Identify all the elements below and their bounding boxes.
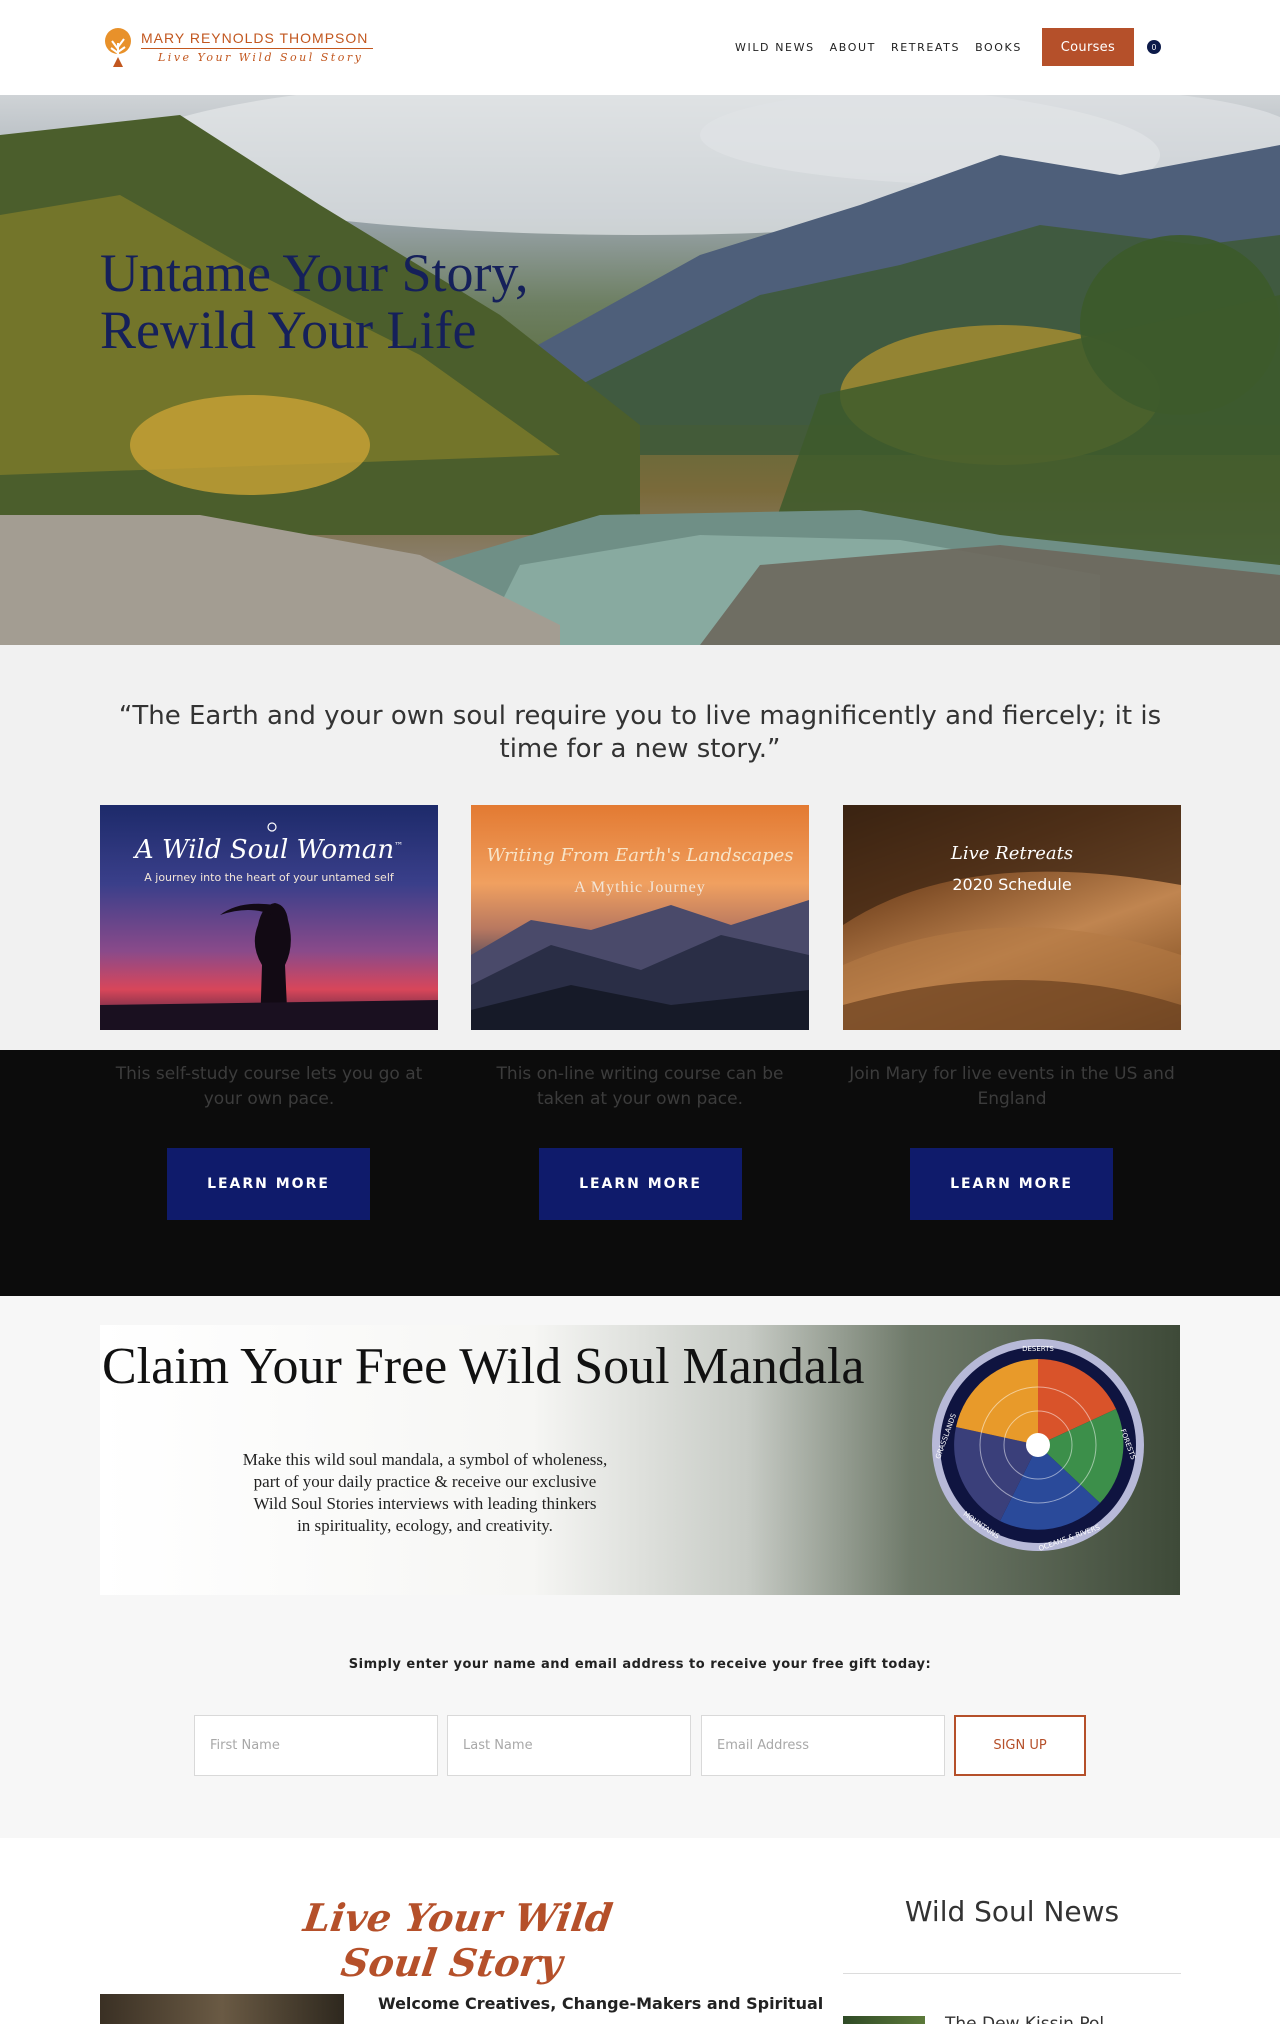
card-subtitle: A Mythic Journey bbox=[574, 879, 706, 896]
course-card-wild-soul-woman[interactable]: A Wild Soul Woman™ A journey into the he… bbox=[100, 805, 438, 1030]
sign-up-button[interactable]: SIGN UP bbox=[954, 1715, 1086, 1776]
card-title: A Wild Soul Woman™ bbox=[134, 835, 404, 865]
first-name-input[interactable]: First Name bbox=[194, 1715, 438, 1776]
learn-more-button-writing[interactable]: LEARN MORE bbox=[539, 1148, 742, 1220]
logo-divider bbox=[141, 48, 373, 49]
post-title-link[interactable]: Welcome Creatives, Change-Makers and Spi… bbox=[378, 1994, 823, 2013]
mandala-description: Make this wild soul mandala, a symbol of… bbox=[242, 1450, 608, 1535]
learn-more-button-retreats[interactable]: LEARN MORE bbox=[910, 1148, 1113, 1220]
news-divider bbox=[843, 1973, 1181, 1974]
learn-more-button-wild-soul-woman[interactable]: LEARN MORE bbox=[167, 1148, 370, 1220]
nav-about[interactable]: ABOUT bbox=[830, 41, 876, 54]
nav-books[interactable]: BOOKS bbox=[975, 41, 1022, 54]
mountain-sunset-image bbox=[471, 900, 809, 1030]
hero-title-line-2: Rewild Your Life bbox=[100, 300, 477, 360]
nav-retreats[interactable]: RETREATS bbox=[891, 41, 960, 54]
featured-quote: “The Earth and your own soul require you… bbox=[118, 701, 1162, 764]
card-subtitle: A journey into the heart of your untamed… bbox=[144, 871, 394, 884]
svg-text:DESERTS: DESERTS bbox=[1022, 1345, 1054, 1353]
hero-banner: Untame Your Story, Rewild Your Life bbox=[0, 95, 1280, 645]
site-logo[interactable]: MARY REYNOLDS THOMPSON Live Your Wild So… bbox=[103, 26, 373, 70]
cart-count-badge[interactable]: 0 bbox=[1146, 40, 1161, 54]
card-description: Join Mary for live events in the US and … bbox=[849, 1064, 1175, 1109]
site-header: MARY REYNOLDS THOMPSON Live Your Wild So… bbox=[0, 0, 1280, 95]
tree-logo-icon bbox=[105, 28, 131, 67]
wild-soul-news-heading: Wild Soul News bbox=[904, 1895, 1120, 1928]
mandala-banner[interactable]: Claim Your Free Wild Soul Mandala Make t… bbox=[100, 1325, 1180, 1595]
mandala-title: Claim Your Free Wild Soul Mandala bbox=[102, 1338, 865, 1395]
hero-title-line-1: Untame Your Story, bbox=[100, 243, 529, 303]
card-description: This on-line writing course can be taken… bbox=[496, 1064, 784, 1109]
nav-wild-news[interactable]: WILD NEWS bbox=[735, 41, 815, 54]
course-card-writing-landscapes[interactable]: Writing From Earth's Landscapes A Mythic… bbox=[471, 805, 809, 1030]
news-thumbnail[interactable] bbox=[843, 2016, 925, 2024]
email-input[interactable]: Email Address bbox=[701, 1715, 945, 1776]
last-name-input[interactable]: Last Name bbox=[447, 1715, 691, 1776]
desert-dunes-image bbox=[843, 805, 1181, 1030]
hero-landscape-image bbox=[0, 95, 1280, 645]
course-card-live-retreats[interactable]: Live Retreats 2020 Schedule bbox=[843, 805, 1181, 1030]
post-thumbnail[interactable] bbox=[100, 1994, 344, 2024]
brand-name: MARY REYNOLDS THOMPSON bbox=[141, 30, 369, 46]
signup-instructions: Simply enter your name and email address… bbox=[348, 1657, 932, 1672]
card-subtitle: 2020 Schedule bbox=[952, 875, 1072, 894]
news-item-link[interactable]: The Dew Kissin Pol... bbox=[945, 2014, 1120, 2024]
brand-tagline: Live Your Wild Soul Story bbox=[158, 51, 364, 64]
mandala-wheel-icon: DESERTS FORESTS OCEANS & RIVERS MOUNTAIN… bbox=[932, 1339, 1144, 1553]
card-description: This self-study course lets you go at yo… bbox=[115, 1064, 423, 1109]
card-title: Writing From Earth's Landscapes bbox=[486, 845, 794, 866]
wild-soul-story-heading: Live Your Wild Soul Story bbox=[300, 1895, 616, 1985]
card-title: Live Retreats bbox=[950, 843, 1074, 864]
courses-button[interactable]: Courses bbox=[1041, 28, 1134, 66]
main-nav: WILD NEWS ABOUT RETREATS BOOKS Courses 0 bbox=[735, 28, 1161, 66]
hero-title: Untame Your Story, Rewild Your Life bbox=[100, 245, 529, 359]
